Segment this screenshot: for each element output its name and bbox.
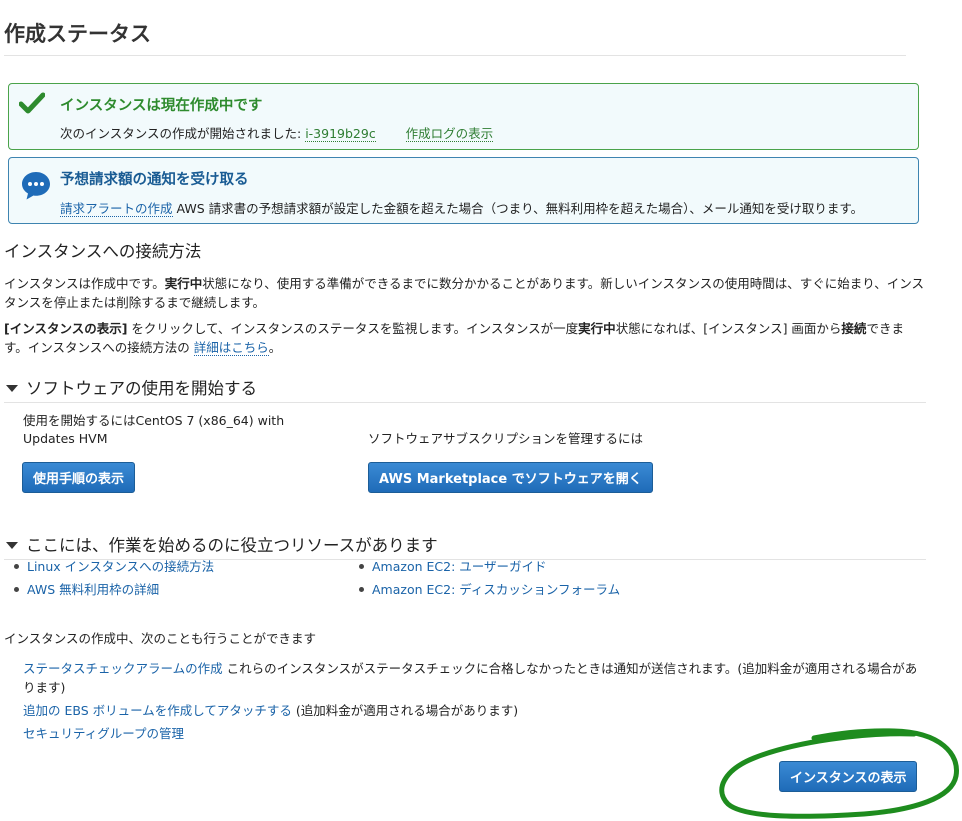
software-usage-line-1: 使用を開始するにはCentOS 7 (x86_64) with: [23, 413, 285, 428]
collapse-triangle-icon[interactable]: [6, 541, 18, 549]
p2-view-instances-bold: [インスタンスの表示]: [4, 321, 128, 336]
bullet-icon: [14, 587, 19, 592]
connect-paragraph-2: [インスタンスの表示] をクリックして、インスタンスのステータスを監視します。イ…: [4, 319, 926, 357]
user-guide-link[interactable]: Amazon EC2: ユーザーガイド: [372, 559, 547, 574]
security-group-link[interactable]: セキュリティグループの管理: [23, 726, 184, 741]
billing-alert-title: 予想請求額の通知を受け取る: [60, 172, 249, 188]
p2-text-b: をクリックして、インスタンスのステータスを監視します。インスタンスが一度: [127, 321, 579, 336]
list-item: Amazon EC2: ユーザーガイド: [356, 557, 620, 580]
software-section-header[interactable]: ソフトウェアの使用を開始する: [4, 375, 926, 403]
view-instructions-button[interactable]: 使用手順の表示: [22, 462, 136, 493]
software-usage-line-2: Updates HVM: [23, 431, 108, 446]
resources-heading: ここには、作業を始めるのに役立つリソースがあります: [26, 536, 438, 555]
p2-running-bold: 実行中: [578, 321, 616, 336]
software-usage-text: 使用を開始するにはCentOS 7 (x86_64) with Updates …: [23, 412, 284, 448]
connect-heading: インスタンスへの接続方法: [4, 242, 202, 261]
list-item: AWS 無料利用枠の詳細: [11, 580, 214, 603]
billing-alert: 予想請求額の通知を受け取る 請求アラートの作成 AWS 請求書の予想請求額が設定…: [8, 157, 919, 224]
ebs-volume-text: (追加料金が適用される場合があります): [291, 703, 519, 718]
software-heading: ソフトウェアの使用を開始する: [26, 379, 257, 398]
forum-link[interactable]: Amazon EC2: ディスカッションフォーラム: [372, 582, 620, 597]
learn-more-link[interactable]: 詳細はこちら: [193, 340, 269, 356]
success-alert: インスタンスは現在作成中です 次のインスタンスの作成が開始されました: i-39…: [8, 83, 919, 150]
chat-bubble-icon: [22, 172, 50, 200]
title-divider: [4, 55, 906, 56]
subscription-text: ソフトウェアサブスクリプションを管理するには: [368, 431, 644, 446]
p1-running-bold: 実行中: [164, 276, 203, 291]
success-alert-text: 次のインスタンスの作成が開始されました:: [60, 126, 306, 141]
ebs-volume-item: 追加の EBS ボリュームを作成してアタッチする (追加料金が適用される場合があ…: [23, 701, 923, 720]
billing-alert-text: AWS 請求書の予想請求額が設定した金額を超えた場合（つまり、無料利用枠を超えた…: [172, 201, 864, 216]
view-log-link[interactable]: 作成ログの表示: [405, 126, 494, 142]
resources-section-header[interactable]: ここには、作業を始めるのに役立つリソースがあります: [4, 532, 926, 560]
list-item: Amazon EC2: ディスカッションフォーラム: [356, 580, 620, 603]
billing-alert-body: 請求アラートの作成 AWS 請求書の予想請求額が設定した金額を超えた場合（つまり…: [60, 198, 863, 217]
p2-text-d: 状態になれば、[インスタンス] 画面から: [615, 321, 842, 336]
bullet-icon: [359, 564, 364, 569]
connect-paragraph-1: インスタンスは作成中です。実行中状態になり、使用する準備ができるまでに数分かかる…: [4, 274, 926, 312]
create-billing-alarm-link[interactable]: 請求アラートの作成: [60, 201, 173, 217]
resources-list-right: Amazon EC2: ユーザーガイド Amazon EC2: ディスカッション…: [356, 557, 620, 603]
success-alert-body: 次のインスタンスの作成が開始されました: i-3919b29c 作成ログの表示: [60, 123, 494, 142]
page-title: 作成ステータス: [4, 22, 151, 46]
p2-text-end: 。: [268, 340, 282, 355]
linux-connect-link[interactable]: Linux インスタンスへの接続方法: [27, 559, 214, 574]
instance-id-link[interactable]: i-3919b29c: [305, 126, 376, 142]
p2-connect-bold: 接続: [841, 321, 867, 336]
security-group-item: セキュリティグループの管理: [23, 724, 923, 743]
p1-text-a: インスタンスは作成中です。: [4, 276, 165, 291]
status-check-alarm-item: ステータスチェックアラームの作成 これらのインスタンスがステータスチェックに合格…: [23, 659, 923, 697]
bullet-icon: [359, 587, 364, 592]
success-alert-title: インスタンスは現在作成中です: [60, 98, 263, 114]
open-marketplace-button[interactable]: AWS Marketplace でソフトウェアを開く: [368, 462, 653, 493]
resources-list-left: Linux インスタンスへの接続方法 AWS 無料利用枠の詳細: [11, 557, 214, 603]
free-tier-link[interactable]: AWS 無料利用枠の詳細: [27, 582, 159, 597]
list-item: Linux インスタンスへの接続方法: [11, 557, 214, 580]
also-label: インスタンスの作成中、次のことも行うことができます: [4, 631, 317, 646]
check-icon: [19, 92, 45, 114]
view-instances-button[interactable]: インスタンスの表示: [779, 761, 918, 792]
status-check-alarm-link[interactable]: ステータスチェックアラームの作成: [23, 661, 223, 676]
ebs-volume-link[interactable]: 追加の EBS ボリュームを作成してアタッチする: [23, 703, 292, 718]
collapse-triangle-icon[interactable]: [6, 384, 18, 392]
bullet-icon: [14, 564, 19, 569]
